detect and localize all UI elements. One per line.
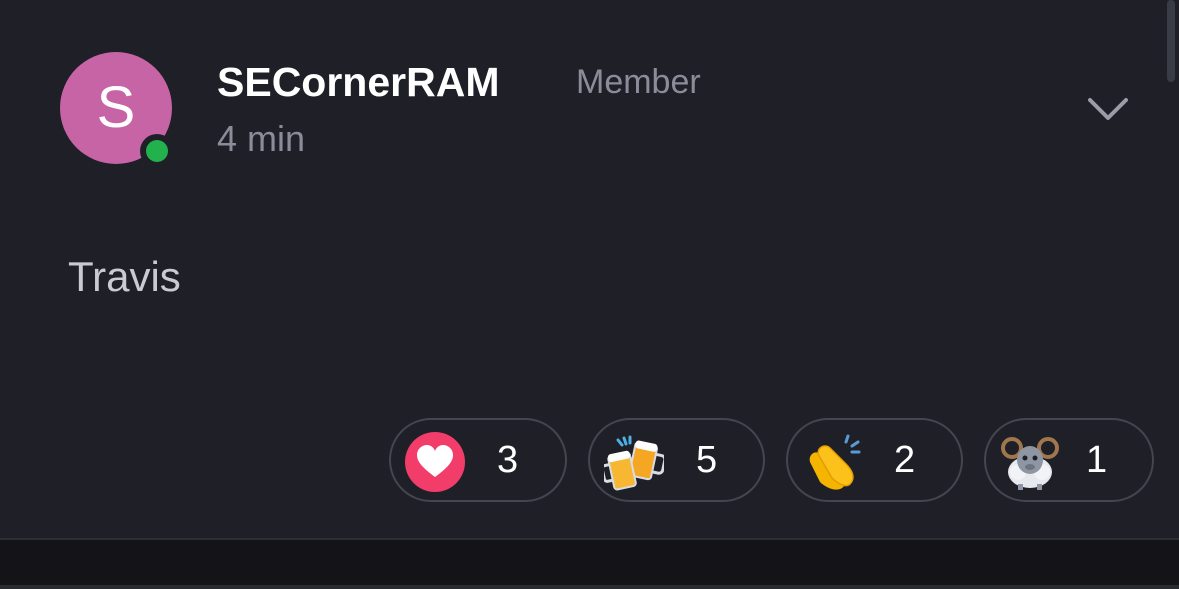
reaction-count: 1: [1086, 439, 1108, 481]
clinking-beer-mugs-icon: [604, 435, 664, 491]
post-body: Travis: [68, 253, 181, 300]
heart-icon: [405, 432, 465, 492]
clapping-hands-icon: [809, 434, 861, 490]
reaction-heart-button[interactable]: 3: [389, 418, 567, 502]
author-name[interactable]: SECornerRAM: [217, 56, 499, 108]
composer-bar: [0, 538, 1179, 589]
reaction-count: 3: [497, 439, 519, 481]
reaction-count: 5: [696, 439, 718, 481]
ram-icon: [1001, 437, 1059, 490]
avatar-initial: S: [96, 75, 136, 140]
online-status-indicator: [140, 134, 174, 168]
reaction-clap-button[interactable]: 2: [786, 418, 963, 502]
scrollbar[interactable]: [1167, 0, 1175, 82]
chevron-down-icon[interactable]: [1086, 92, 1130, 128]
reaction-ram-button[interactable]: 1: [984, 418, 1154, 502]
post-timestamp: 4 min: [217, 118, 306, 159]
divider: [0, 585, 1179, 589]
author-role-badge: Member: [576, 63, 701, 101]
post-card: S SECornerRAM Member 4 min Travis 3 5 2 …: [0, 0, 1179, 538]
reaction-beer-button[interactable]: 5: [588, 418, 765, 502]
reaction-count: 2: [894, 439, 916, 481]
